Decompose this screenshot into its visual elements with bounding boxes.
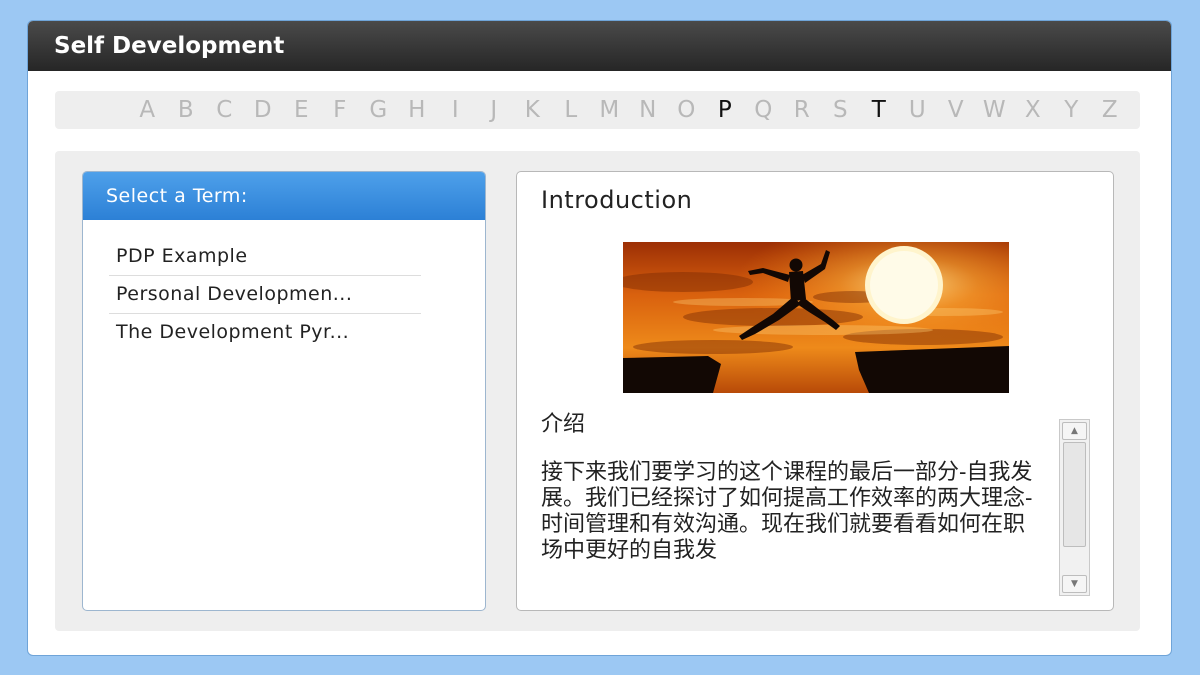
term-item-pdp-example[interactable]: PDP Example (109, 238, 421, 276)
letter-b[interactable]: B (167, 97, 206, 123)
letter-e[interactable]: E (282, 97, 321, 123)
content-area: Select a Term: PDP Example Personal Deve… (55, 151, 1140, 631)
detail-text: 介绍 接下来我们要学习的这个课程的最后一部分-自我发展。我们已经探讨了如何提高工… (541, 412, 1041, 598)
letter-t[interactable]: T (860, 97, 899, 123)
term-item-development-pyramid[interactable]: The Development Pyr... (109, 314, 421, 351)
letter-p[interactable]: P (706, 97, 745, 123)
alphabet-letters: ABCDEFGHIJKLMNOPQRSTUVWXYZ# (128, 91, 1140, 129)
letter-w[interactable]: W (975, 97, 1014, 123)
window-title: Self Development (28, 21, 1171, 71)
detail-title: Introduction (541, 186, 693, 214)
letter-a[interactable]: A (128, 97, 167, 123)
letter-x[interactable]: X (1014, 97, 1053, 123)
app-window: Self Development ABCDEFGHIJKLMNOPQRSTUVW… (27, 20, 1172, 656)
letter-y[interactable]: Y (1052, 97, 1091, 123)
term-list: PDP Example Personal Developmen... The D… (109, 238, 421, 351)
letter-j[interactable]: J (475, 97, 514, 123)
scroll-up-icon[interactable]: ▲ (1062, 422, 1087, 440)
letter-q[interactable]: Q (744, 97, 783, 123)
letter-f[interactable]: F (321, 97, 360, 123)
detail-scrollbar[interactable]: ▲ ▼ (1059, 419, 1090, 596)
letter-c[interactable]: C (205, 97, 244, 123)
scroll-down-icon[interactable]: ▼ (1062, 575, 1087, 593)
alphabet-filter-bar: ABCDEFGHIJKLMNOPQRSTUVWXYZ# (55, 91, 1140, 129)
detail-heading: 介绍 (541, 412, 586, 437)
letter-hash[interactable]: # (1129, 97, 1140, 123)
letter-i[interactable]: I (436, 97, 475, 123)
detail-body: 接下来我们要学习的这个课程的最后一部分-自我发展。我们已经探讨了如何提高工作效率… (541, 460, 1033, 563)
letter-m[interactable]: M (590, 97, 629, 123)
letter-d[interactable]: D (244, 97, 283, 123)
letter-n[interactable]: N (629, 97, 668, 123)
letter-o[interactable]: O (667, 97, 706, 123)
letter-u[interactable]: U (898, 97, 937, 123)
letter-s[interactable]: S (821, 97, 860, 123)
letter-k[interactable]: K (513, 97, 552, 123)
letter-h[interactable]: H (398, 97, 437, 123)
letter-r[interactable]: R (783, 97, 822, 123)
term-item-personal-development[interactable]: Personal Developmen... (109, 276, 421, 314)
term-panel-header: Select a Term: (83, 172, 485, 220)
letter-v[interactable]: V (937, 97, 976, 123)
letter-g[interactable]: G (359, 97, 398, 123)
term-panel: Select a Term: PDP Example Personal Deve… (82, 171, 486, 611)
detail-panel: Introduction 介绍 接下来我们要学习的这个课程的最后一部分-自我发展… (516, 171, 1114, 611)
letter-l[interactable]: L (552, 97, 591, 123)
letter-z[interactable]: Z (1091, 97, 1130, 123)
scroll-thumb[interactable] (1063, 442, 1086, 547)
sunset-jump-image (623, 242, 1009, 393)
